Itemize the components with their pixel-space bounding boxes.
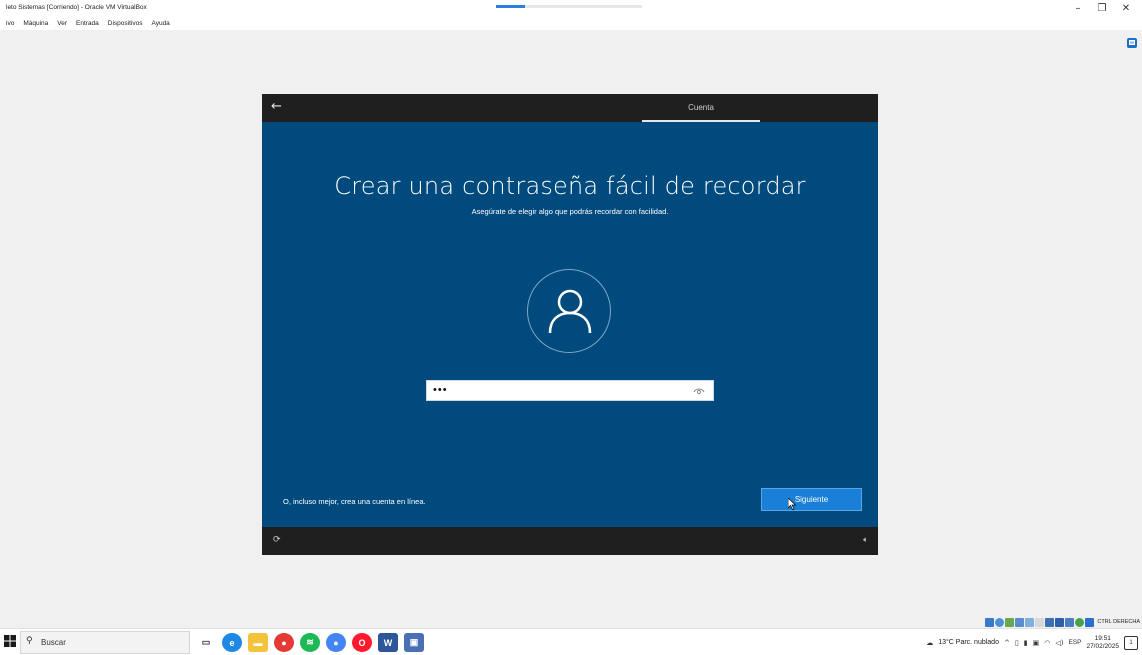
spotify-icon[interactable]: ≋: [300, 633, 320, 652]
menu-ver[interactable]: Ver: [57, 18, 67, 30]
optical-drive-icon[interactable]: [995, 617, 1005, 627]
chrome-icon[interactable]: ●: [274, 633, 294, 652]
chrome-profile-icon[interactable]: ●: [326, 633, 346, 652]
opera-icon[interactable]: O: [352, 633, 372, 652]
weather-text[interactable]: 13°C Parc. nublado: [938, 639, 999, 646]
battery-icon[interactable]: ▯: [1015, 639, 1019, 647]
oobe-bottombar: ⟳ 🔈︎: [262, 527, 878, 555]
search-placeholder: Buscar: [41, 638, 66, 647]
clock-date: 27/02/2025: [1086, 642, 1119, 650]
window-title: leto Sistemas [Corriendo] - Oracle VM Vi…: [6, 4, 147, 11]
page-subtitle: Asegúrate de elegir algo que podrás reco…: [471, 207, 669, 216]
load-progress-bar: [496, 5, 642, 8]
window-controls: – ❐ ✕: [1066, 2, 1138, 16]
shared-folder-icon[interactable]: [1035, 617, 1045, 627]
display-tray-icon[interactable]: ▣: [1033, 639, 1040, 647]
task-view-icon[interactable]: ▭: [196, 633, 216, 652]
host-titlebar: leto Sistemas [Corriendo] - Oracle VM Vi…: [0, 0, 1142, 18]
wifi-icon[interactable]: ◠: [1044, 639, 1050, 647]
tab-cuenta-label: Cuenta: [688, 103, 714, 112]
search-icon: ⚲: [26, 636, 33, 646]
oobe-topbar: ← Cuenta: [262, 94, 878, 122]
notification-icon[interactable]: 1: [1124, 635, 1138, 650]
audio-icon[interactable]: [1005, 617, 1015, 627]
clock[interactable]: 19:51 27/02/2025: [1086, 635, 1119, 651]
weather-icon[interactable]: ☁: [926, 639, 933, 647]
usb-icon[interactable]: [1025, 617, 1035, 627]
hdd-icon[interactable]: [985, 617, 995, 627]
eye-icon[interactable]: [693, 386, 705, 396]
network-icon[interactable]: [1015, 617, 1025, 627]
menu-entrada[interactable]: Entrada: [76, 18, 99, 30]
mouse-integration-icon[interactable]: [1085, 617, 1095, 627]
chat-icon[interactable]: [1127, 38, 1137, 48]
password-field[interactable]: •••: [426, 380, 714, 401]
taskbar-apps: ▭ e ▬ ● ≋ ● O W ▣: [196, 633, 424, 652]
recording-icon[interactable]: [1055, 617, 1065, 627]
create-online-account-link[interactable]: O, incluso mejor, crea una cuenta en lín…: [283, 497, 426, 506]
tab-underline: [642, 120, 760, 122]
host-key-label: CTRL DERECHA: [1097, 619, 1140, 625]
tab-cuenta: Cuenta: [642, 94, 760, 122]
file-explorer-icon[interactable]: ▬: [248, 633, 268, 652]
user-icon: [548, 289, 592, 334]
vt-icon[interactable]: [1075, 617, 1085, 627]
progress-fill: [496, 5, 526, 8]
minimize-button[interactable]: –: [1066, 2, 1090, 16]
mic-icon[interactable]: ▮: [1024, 639, 1028, 647]
back-arrow-icon[interactable]: ←: [271, 99, 282, 114]
edge-icon[interactable]: e: [222, 633, 242, 652]
menu-ayuda[interactable]: Ayuda: [151, 18, 169, 30]
word-icon[interactable]: W: [378, 633, 398, 652]
vm-screen: ← Cuenta Crear una contraseña fácil de r…: [262, 94, 878, 555]
language-indicator[interactable]: ESP: [1068, 639, 1081, 646]
vbox-statusbar: CTRL DERECHA: [985, 616, 1142, 628]
power-icon[interactable]: ⟳: [273, 535, 281, 545]
close-button[interactable]: ✕: [1114, 2, 1138, 16]
mouse-cursor-icon: [788, 498, 796, 510]
menu-archivo[interactable]: ivo: [6, 18, 14, 30]
display-icon[interactable]: [1045, 617, 1055, 627]
volume-icon[interactable]: 🔈︎: [863, 535, 868, 545]
system-tray: ☁ 13°C Parc. nublado ^ ▯ ▮ ▣ ◠ ◁) ESP 19…: [926, 629, 1138, 655]
menu-maquina[interactable]: Máquina: [23, 18, 48, 30]
page-title: Crear una contraseña fácil de recordar: [334, 172, 806, 200]
chevron-up-icon[interactable]: ^: [1004, 639, 1010, 647]
menu-dispositivos[interactable]: Dispositivos: [108, 18, 143, 30]
desktop: leto Sistemas [Corriendo] - Oracle VM Vi…: [0, 0, 1142, 655]
password-value: •••: [433, 384, 448, 396]
taskbar-search-input[interactable]: ⚲ Buscar: [20, 631, 190, 654]
taskbar: ⚲ Buscar ▭ e ▬ ● ≋ ● O W ▣ ☁ 13°C Parc. …: [0, 628, 1142, 655]
cpu-icon[interactable]: [1065, 617, 1075, 627]
avatar: [527, 269, 611, 353]
speaker-icon[interactable]: ◁): [1055, 639, 1063, 647]
host-menubar: ivo Máquina Ver Entrada Dispositivos Ayu…: [0, 18, 1142, 30]
next-button[interactable]: Siguiente: [761, 488, 862, 511]
virtualbox-icon[interactable]: ▣: [404, 633, 424, 652]
maximize-button[interactable]: ❐: [1090, 2, 1114, 16]
windows-start-icon[interactable]: [4, 635, 18, 649]
clock-time: 19:51: [1094, 634, 1111, 642]
